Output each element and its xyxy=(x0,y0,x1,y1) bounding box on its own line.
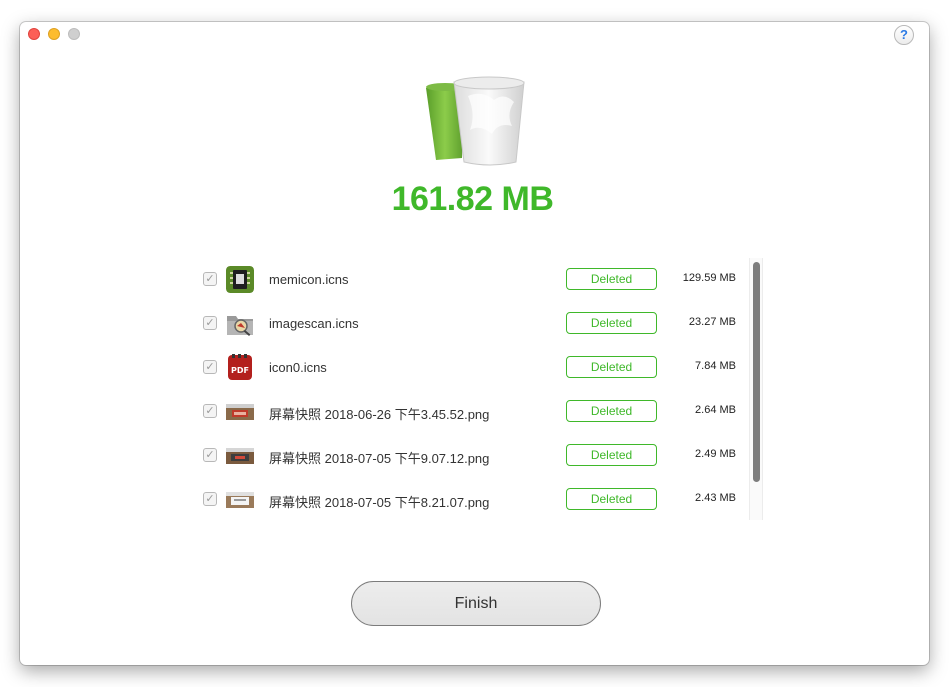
list-item: ✓ PDF icon0.icns Deleted 7.84 MB xyxy=(198,346,763,390)
file-size: 2.64 MB xyxy=(695,404,736,416)
file-checkbox[interactable]: ✓ xyxy=(203,404,217,418)
file-checkbox[interactable]: ✓ xyxy=(203,272,217,286)
file-checkbox[interactable]: ✓ xyxy=(203,492,217,506)
list-item: ✓ 屏幕快照 2018-06-26 下午3.45.52.png Deleted … xyxy=(198,390,763,434)
app-window: ? 161.82 MB ✓ memicon.icns Deleted 129.5… xyxy=(20,22,929,665)
zoom-window-button[interactable] xyxy=(68,28,80,40)
close-window-button[interactable] xyxy=(28,28,40,40)
memory-chip-icon xyxy=(226,266,254,293)
file-name: 屏幕快照 2018-07-05 下午9.07.12.png xyxy=(269,451,490,466)
file-checkbox[interactable]: ✓ xyxy=(203,448,217,462)
file-name: 屏幕快照 2018-06-26 下午3.45.52.png xyxy=(269,407,490,422)
deleted-status-badge: Deleted xyxy=(566,444,657,466)
total-cleaned-size: 161.82 MB xyxy=(391,180,554,218)
file-name: icon0.icns xyxy=(269,360,327,375)
list-item: ✓ 屏幕快照 2018-07-05 下午8.21.07.png Deleted … xyxy=(198,478,763,522)
scrollbar-thumb[interactable] xyxy=(753,262,760,482)
file-size: 2.49 MB xyxy=(695,448,736,460)
finish-button[interactable]: Finish xyxy=(351,581,601,626)
trash-can-icon xyxy=(426,76,525,166)
deleted-status-badge: Deleted xyxy=(566,400,657,422)
list-scrollbar[interactable] xyxy=(749,258,763,520)
svg-text:PDF: PDF xyxy=(231,366,249,375)
file-size: 23.27 MB xyxy=(688,316,736,328)
screenshot-thumbnail-icon xyxy=(226,404,254,420)
deleted-status-badge: Deleted xyxy=(566,268,657,290)
screenshot-thumbnail-icon xyxy=(226,448,254,464)
deleted-status-badge: Deleted xyxy=(566,312,657,334)
list-item: ✓ memicon.icns Deleted 129.59 MB xyxy=(198,258,763,302)
file-name: memicon.icns xyxy=(269,272,349,287)
deleted-status-badge: Deleted xyxy=(566,488,657,510)
file-checkbox[interactable]: ✓ xyxy=(203,316,217,330)
deleted-files-list: ✓ memicon.icns Deleted 129.59 MB ✓ image… xyxy=(198,258,763,520)
image-folder-icon xyxy=(227,316,253,337)
file-size: 7.84 MB xyxy=(695,360,736,372)
file-size: 129.59 MB xyxy=(682,272,736,284)
list-item: ✓ 屏幕快照 2018-07-05 下午9.07.12.png Deleted … xyxy=(198,434,763,478)
minimize-window-button[interactable] xyxy=(48,28,60,40)
help-button[interactable]: ? xyxy=(894,25,914,45)
deleted-status-badge: Deleted xyxy=(566,356,657,378)
pdf-icon: PDF xyxy=(228,354,252,380)
file-name: 屏幕快照 2018-07-05 下午8.21.07.png xyxy=(269,495,490,510)
file-checkbox[interactable]: ✓ xyxy=(203,360,217,374)
file-name: imagescan.icns xyxy=(269,316,359,331)
screenshot-thumbnail-icon xyxy=(226,492,254,508)
file-size: 2.43 MB xyxy=(695,492,736,504)
list-item: ✓ imagescan.icns Deleted 23.27 MB xyxy=(198,302,763,346)
